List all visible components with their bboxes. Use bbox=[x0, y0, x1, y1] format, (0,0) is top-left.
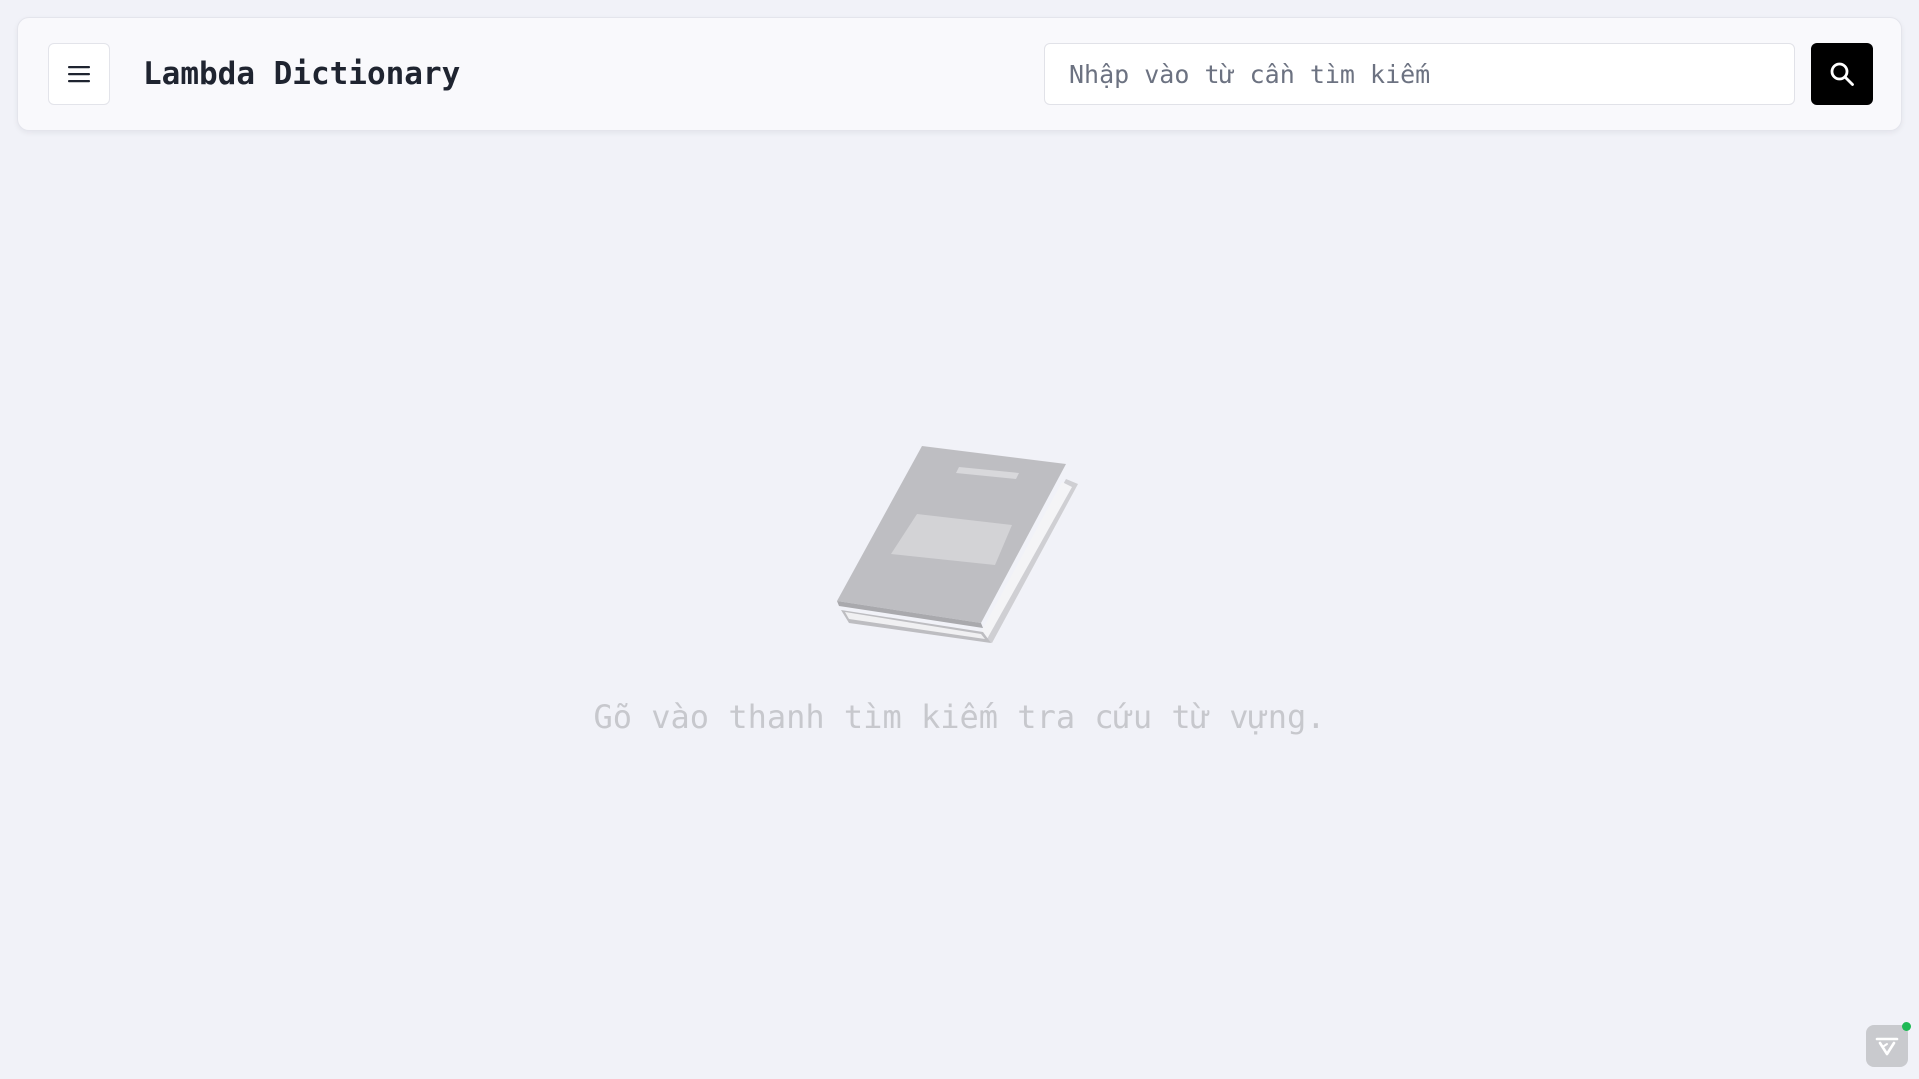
search-input[interactable] bbox=[1044, 43, 1795, 105]
app-page: Lambda Dictionary Gõ vào bbox=[0, 0, 1919, 1079]
devtools-toggle-button[interactable] bbox=[1866, 1022, 1911, 1067]
status-dot bbox=[1902, 1022, 1911, 1031]
hamburger-menu-icon bbox=[68, 66, 90, 83]
top-bar: Lambda Dictionary bbox=[17, 17, 1902, 131]
book-icon bbox=[836, 446, 1078, 643]
devtools-logo-icon bbox=[1875, 1037, 1899, 1056]
empty-state-message: Gõ vào thanh tìm kiếm tra cứu từ vựng. bbox=[593, 698, 1326, 736]
menu-button[interactable] bbox=[48, 43, 110, 105]
search-button[interactable] bbox=[1811, 43, 1873, 105]
search-icon bbox=[1830, 62, 1854, 86]
empty-state: Gõ vào thanh tìm kiếm tra cứu từ vựng. bbox=[0, 440, 1919, 736]
app-title: Lambda Dictionary bbox=[143, 56, 461, 92]
